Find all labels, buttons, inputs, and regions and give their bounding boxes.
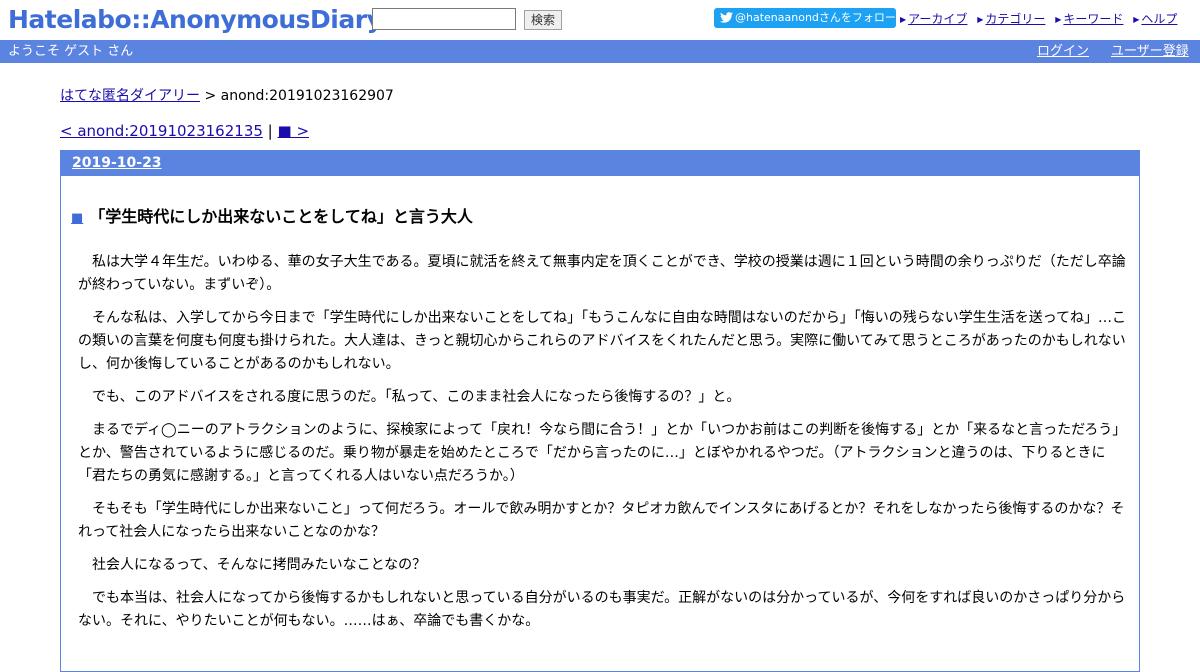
arrow-icon: ▶: [1133, 15, 1140, 24]
breadcrumb-home[interactable]: はてな匿名ダイアリー: [60, 88, 200, 104]
login-link[interactable]: ログイン: [1037, 40, 1089, 63]
entry-date-link[interactable]: 2019-10-23: [72, 155, 162, 171]
entry-paragraph: 社会人になるって、そんなに拷問みたいなことなの？: [92, 557, 427, 573]
register-link[interactable]: ユーザー登録: [1111, 40, 1189, 63]
entry-title-text: 「学生時代にしか出来ないことをしてね」と言う大人: [89, 207, 473, 226]
top-nav: ▶ アーカイブ ▶ カテゴリー ▶ キーワード ▶ ヘルプ: [900, 10, 1183, 27]
entry-paragraph: まるでディ◯ニーのアトラクションのように、探検家によって「戻れ！今なら間に合う！…: [78, 422, 1127, 484]
entry-paragraph: でも、このアドバイスをされる度に思うのだ。「私って、このまま社会人になったら後悔…: [92, 389, 741, 405]
breadcrumb-separator: >: [200, 88, 221, 104]
pager-separator: |: [262, 122, 278, 140]
entry-paragraph: でも本当は、社会人になってから後悔するかもしれないと思っている自分がいるのも事実…: [78, 590, 1126, 629]
day-header: 2019-10-23: [61, 151, 1139, 176]
breadcrumb: はてな匿名ダイアリー > anond:20191023162907: [60, 85, 394, 105]
top-header: Hatelabo::AnonymousDiary 検索 @hatenaanond…: [0, 0, 1200, 40]
entry-paragraph: そんな私は、入学してから今日まで「学生時代にしか出来ないことをしてね」「もうこん…: [78, 310, 1127, 372]
search-input[interactable]: [372, 8, 516, 30]
follow-label: @hatenaanondさんをフォロー: [735, 11, 896, 24]
nav-help[interactable]: ヘルプ: [1141, 12, 1177, 26]
entry-permalink[interactable]: ■: [71, 211, 83, 226]
search-button[interactable]: 検索: [524, 10, 562, 30]
entry-body: 私は大学４年生だ。いわゆる、華の女子大生である。夏頃に就活を終えて無事内定を頂く…: [78, 251, 1128, 643]
entry-title: ■ 「学生時代にしか出来ないことをしてね」と言う大人: [71, 203, 473, 227]
arrow-icon: ▶: [977, 15, 984, 24]
prev-entry-link[interactable]: < anond:20191023162135: [60, 122, 263, 140]
nav-category[interactable]: カテゴリー: [985, 12, 1045, 26]
nav-keyword[interactable]: キーワード: [1063, 12, 1123, 26]
next-entry-link[interactable]: ■ >: [278, 122, 310, 140]
arrow-icon: ▶: [900, 15, 907, 24]
day-section: 2019-10-23 ■ 「学生時代にしか出来ないことをしてね」と言う大人 私は大…: [60, 150, 1140, 672]
user-bar: ようこそ ゲスト さん ログイン ユーザー登録: [0, 40, 1200, 63]
site-logo[interactable]: Hatelabo::AnonymousDiary: [8, 3, 383, 37]
entry-pager: < anond:20191023162135 | ■ >: [60, 122, 309, 140]
arrow-icon: ▶: [1055, 15, 1062, 24]
breadcrumb-current: anond:20191023162907: [220, 88, 394, 104]
nav-archive[interactable]: アーカイブ: [908, 12, 967, 26]
twitter-follow-button[interactable]: @hatenaanondさんをフォロー: [714, 8, 896, 28]
entry-paragraph: そもそも「学生時代にしか出来ないこと」って何だろう。オールで飲み明かすとか？タピ…: [78, 501, 1125, 540]
twitter-icon: [720, 12, 733, 23]
entry-paragraph: 私は大学４年生だ。いわゆる、華の女子大生である。夏頃に就活を終えて無事内定を頂く…: [78, 254, 1126, 293]
welcome-text: ようこそ ゲスト さん: [8, 44, 134, 59]
